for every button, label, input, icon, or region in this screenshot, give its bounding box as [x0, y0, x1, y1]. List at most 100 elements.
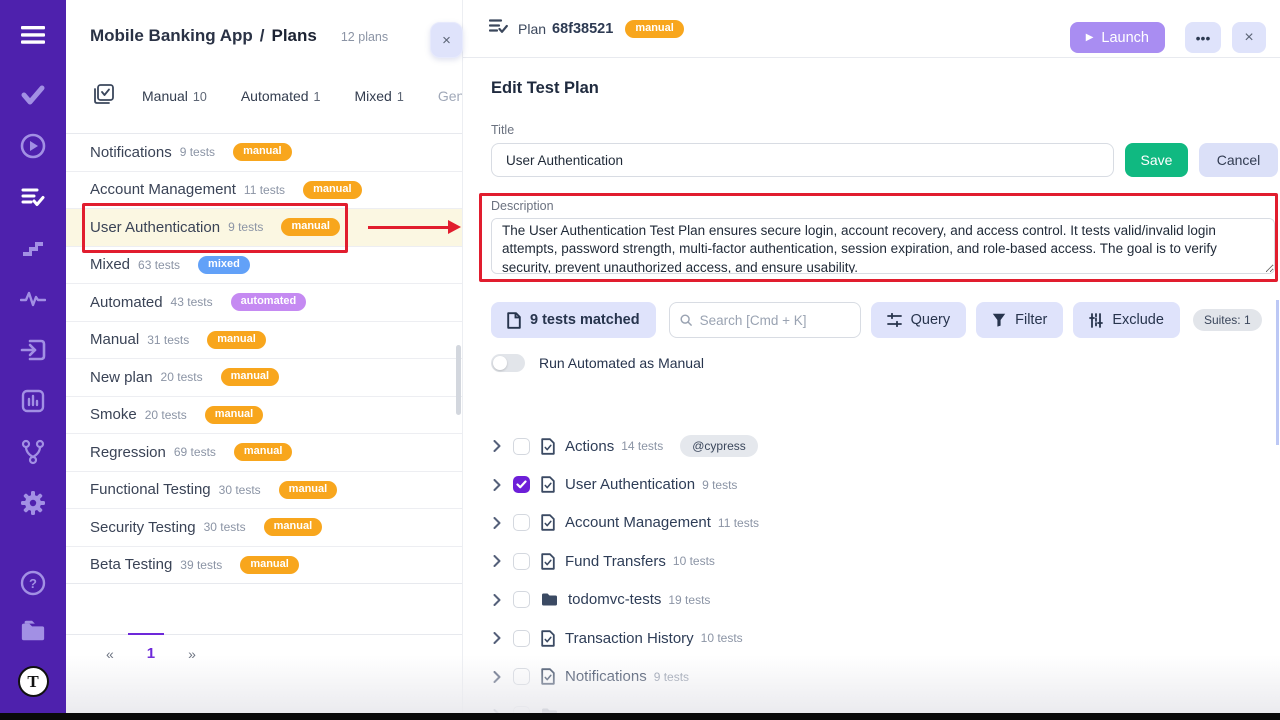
title-input[interactable] [491, 143, 1114, 177]
suite-row-account-management[interactable]: Account Management 11 tests [463, 504, 1280, 542]
plans-list-icon[interactable] [20, 184, 46, 210]
plan-row-new-plan[interactable]: New plan 20 tests manual [66, 359, 462, 397]
select-plans-icon[interactable] [94, 84, 114, 109]
run-automated-toggle-row: Run Automated as Manual [491, 354, 1280, 372]
tab-general[interactable]: General [438, 88, 462, 104]
pulse-icon[interactable] [20, 286, 46, 312]
test-filter-bar: 9 tests matched Query Filter Exclude Sui… [491, 302, 1280, 338]
chevron-right-icon[interactable] [493, 594, 501, 606]
menu-icon[interactable] [20, 22, 46, 48]
plan-type-badge: manual [625, 20, 684, 38]
suite-checkbox[interactable] [513, 438, 530, 455]
close-plan-button[interactable]: × [1232, 22, 1266, 53]
tasks-check-icon[interactable] [20, 82, 46, 108]
analytics-icon[interactable] [20, 388, 46, 414]
tests-matched-chip[interactable]: 9 tests matched [491, 302, 656, 338]
chevron-right-icon[interactable] [493, 555, 501, 567]
pagination-next-button[interactable]: » [188, 646, 196, 662]
chevron-right-icon[interactable] [493, 440, 501, 452]
left-panel-scrollbar[interactable] [456, 345, 461, 415]
plans-tabs: Manual10 Automated1 Mixed1 General [94, 82, 462, 110]
suite-row-notifications[interactable]: Notifications 9 tests [463, 657, 1280, 695]
plan-row-regression[interactable]: Regression 69 tests manual [66, 434, 462, 472]
chevron-right-icon[interactable] [493, 517, 501, 529]
right-panel-scrollbar[interactable] [1276, 300, 1279, 445]
suite-row-transaction-history[interactable]: Transaction History 10 tests [463, 619, 1280, 657]
plan-row-account-management[interactable]: Account Management 11 tests manual [66, 172, 462, 210]
cancel-button[interactable]: Cancel [1199, 143, 1278, 177]
run-automated-toggle[interactable] [491, 354, 525, 372]
settings-gear-icon[interactable] [20, 490, 46, 516]
pagination-page-1[interactable]: 1 [147, 645, 155, 662]
tab-mixed[interactable]: Mixed1 [355, 88, 404, 104]
status-badge: manual [207, 331, 266, 349]
status-badge: automated [231, 293, 307, 311]
document-icon [507, 312, 521, 329]
search-icon [680, 313, 692, 327]
pagination: « 1 » [66, 645, 462, 662]
exclude-button[interactable]: Exclude [1073, 302, 1180, 338]
suite-checkbox[interactable] [513, 553, 530, 570]
testomat-logo[interactable]: T [18, 666, 49, 697]
plans-panel: Mobile Banking App / Plans 12 plans Manu… [66, 0, 462, 713]
runs-play-icon[interactable] [20, 133, 46, 159]
help-icon[interactable]: ? [20, 570, 46, 596]
plan-row-mixed[interactable]: Mixed 63 tests mixed [66, 247, 462, 285]
file-icon [541, 553, 555, 570]
suite-row-user-authentication[interactable]: User Authentication 9 tests [463, 465, 1280, 503]
chevron-right-icon[interactable] [493, 479, 501, 491]
form-heading: Edit Test Plan [491, 79, 1280, 98]
tab-manual[interactable]: Manual10 [142, 88, 207, 104]
suite-checkbox[interactable] [513, 591, 530, 608]
filter-button[interactable]: Filter [976, 302, 1063, 338]
plan-row-automated[interactable]: Automated 43 tests automated [66, 284, 462, 322]
search-input[interactable] [700, 313, 850, 328]
suite-row-actions[interactable]: Actions 14 tests @cypress [463, 427, 1280, 465]
description-textarea[interactable]: The User Authentication Test Plan ensure… [491, 218, 1275, 274]
suite-row-fund-transfers[interactable]: Fund Transfers 10 tests [463, 542, 1280, 580]
projects-folder-icon[interactable] [20, 618, 46, 644]
breadcrumb-separator: / [260, 26, 265, 46]
description-label: Description [491, 199, 1280, 213]
more-options-button[interactable]: ••• [1185, 22, 1221, 53]
plan-row-smoke[interactable]: Smoke 20 tests manual [66, 397, 462, 435]
query-button[interactable]: Query [871, 302, 967, 338]
save-button[interactable]: Save [1125, 143, 1188, 177]
file-icon [541, 438, 555, 455]
branch-icon[interactable] [20, 439, 46, 465]
file-icon [541, 630, 555, 647]
status-badge: manual [264, 518, 323, 536]
plan-list-check-icon [489, 18, 508, 39]
plan-row-user-authentication[interactable]: User Authentication 9 tests manual [66, 209, 462, 247]
chevron-right-icon[interactable] [493, 632, 501, 644]
suite-checkbox[interactable] [513, 630, 530, 647]
plan-row-security-testing[interactable]: Security Testing 30 tests manual [66, 509, 462, 547]
project-title[interactable]: Mobile Banking App [90, 26, 253, 46]
chevron-right-icon[interactable] [493, 671, 501, 683]
plan-row-functional-testing[interactable]: Functional Testing 30 tests manual [66, 472, 462, 510]
svg-text:?: ? [29, 576, 37, 591]
plan-detail-panel: Plan 68f38521 manual ▶ Launch ••• × Edit… [462, 0, 1280, 713]
file-icon [541, 668, 555, 685]
pagination-prev-button[interactable]: « [106, 646, 114, 662]
launch-button[interactable]: ▶ Launch [1070, 22, 1165, 53]
edit-test-plan-form: Edit Test Plan Title Save Cancel Descrip… [463, 79, 1280, 372]
steps-icon[interactable] [20, 235, 46, 261]
panel-close-button[interactable]: × [430, 22, 463, 58]
plan-row-manual[interactable]: Manual 31 tests manual [66, 322, 462, 360]
status-badge: mixed [198, 256, 250, 274]
page-title: Plans [272, 26, 317, 46]
exclude-sliders-icon [1089, 313, 1103, 328]
suite-checkbox[interactable] [513, 668, 530, 685]
suite-checkbox-checked[interactable] [513, 476, 530, 493]
title-label: Title [491, 123, 1280, 137]
plan-row-notifications[interactable]: Notifications 9 tests manual [66, 134, 462, 172]
tab-automated[interactable]: Automated1 [241, 88, 321, 104]
import-icon[interactable] [20, 337, 46, 363]
toggle-label: Run Automated as Manual [539, 355, 704, 371]
suite-row-todomvc-tests[interactable]: todomvc-tests 19 tests [463, 581, 1280, 619]
plan-label: Plan [518, 21, 546, 37]
plan-row-beta-testing[interactable]: Beta Testing 39 tests manual [66, 547, 462, 585]
suite-checkbox[interactable] [513, 514, 530, 531]
pagination-divider [66, 634, 462, 635]
